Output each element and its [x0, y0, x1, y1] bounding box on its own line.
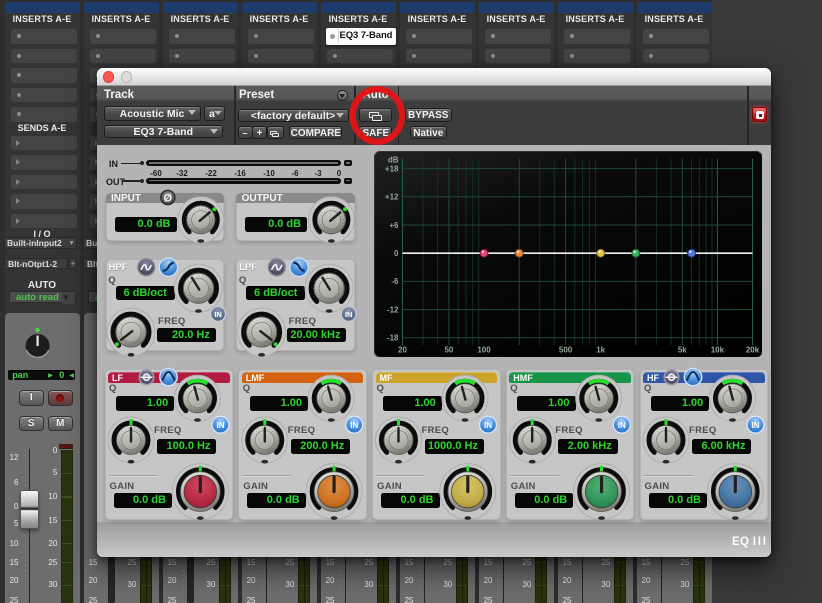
svg-text:dB: dB: [387, 155, 398, 164]
svg-text:500: 500: [558, 345, 572, 354]
svg-text:+18: +18: [384, 164, 398, 173]
svg-text:-6: -6: [391, 277, 399, 286]
svg-text:1k: 1k: [596, 345, 605, 354]
svg-text:-18: -18: [386, 333, 398, 342]
svg-text:20: 20: [398, 345, 407, 354]
svg-text:+12: +12: [384, 192, 398, 201]
svg-text:5k: 5k: [677, 345, 686, 354]
svg-text:50: 50: [444, 345, 453, 354]
svg-text:-12: -12: [386, 305, 398, 314]
svg-text:10k: 10k: [710, 345, 724, 354]
svg-text:100: 100: [477, 345, 491, 354]
svg-text:+6: +6: [389, 220, 399, 229]
svg-text:0: 0: [394, 249, 399, 258]
svg-text:20k: 20k: [745, 345, 759, 354]
